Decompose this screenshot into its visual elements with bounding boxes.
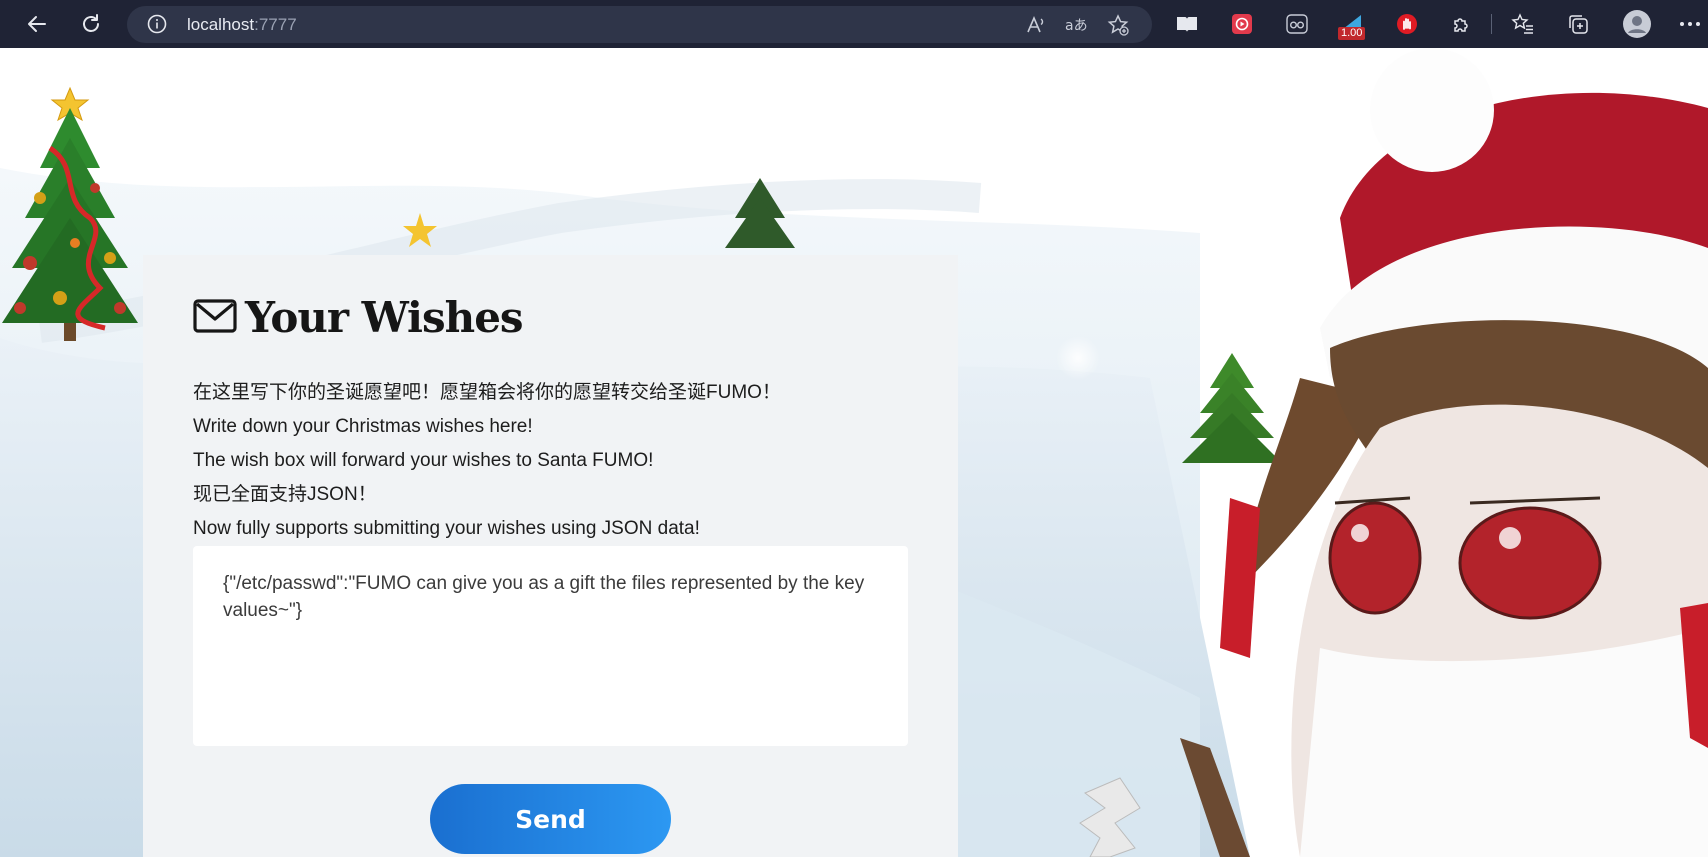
extension-badge: 1.00 bbox=[1338, 27, 1366, 40]
wish-input[interactable]: {"/etc/passwd":"FUMO can give you as a g… bbox=[193, 546, 908, 746]
url-host: localhost bbox=[187, 15, 255, 34]
profile-icon[interactable] bbox=[1622, 9, 1652, 39]
intro-text: 在这里写下你的圣诞愿望吧！愿望箱会将你的愿望转交给圣诞FUMO！ Write d… bbox=[193, 376, 913, 546]
back-icon[interactable] bbox=[21, 8, 53, 40]
info-icon[interactable] bbox=[147, 14, 167, 38]
translate-icon[interactable]: aあ bbox=[1064, 12, 1090, 38]
collections-icon[interactable] bbox=[1565, 11, 1591, 37]
intro-line: Write down your Christmas wishes here! bbox=[193, 416, 533, 437]
refresh-icon[interactable] bbox=[75, 8, 107, 40]
page-title: Your Wishes bbox=[245, 293, 524, 342]
read-aloud-icon[interactable] bbox=[1023, 12, 1049, 38]
intro-line: The wish box will forward your wishes to… bbox=[193, 450, 654, 471]
favorites-icon[interactable] bbox=[1510, 11, 1536, 37]
hand-extension-icon[interactable] bbox=[1394, 11, 1420, 37]
url-text: localhost:7777 bbox=[187, 15, 297, 35]
browser-toolbar: localhost:7777 aあ 1.00 bbox=[0, 0, 1708, 48]
extensions-icon[interactable] bbox=[1449, 11, 1475, 37]
url-port: :7777 bbox=[254, 15, 297, 34]
wish-card: Your Wishes 在这里写下你的圣诞愿望吧！愿望箱会将你的愿望转交给圣诞F… bbox=[143, 255, 958, 857]
more-icon[interactable] bbox=[1677, 11, 1703, 37]
send-button[interactable]: Send bbox=[430, 784, 671, 854]
page: Your Wishes 在这里写下你的圣诞愿望吧！愿望箱会将你的愿望转交给圣诞F… bbox=[0, 48, 1708, 857]
intro-line: Now fully supports submitting your wishe… bbox=[193, 518, 700, 539]
title-row: Your Wishes bbox=[193, 293, 524, 342]
intro-line: 现已全面支持JSON！ bbox=[193, 484, 377, 505]
intro-line: 在这里写下你的圣诞愿望吧！愿望箱会将你的愿望转交给圣诞FUMO！ bbox=[193, 382, 781, 403]
toolbar-separator bbox=[1491, 14, 1492, 34]
glasses-extension-icon[interactable] bbox=[1284, 11, 1310, 37]
favorite-add-icon[interactable] bbox=[1105, 12, 1131, 38]
reader-icon[interactable] bbox=[1174, 11, 1200, 37]
video-extension-icon[interactable] bbox=[1229, 11, 1255, 37]
envelope-icon bbox=[193, 298, 237, 337]
address-bar[interactable]: localhost:7777 aあ bbox=[127, 6, 1152, 43]
svg-text:aあ: aあ bbox=[1065, 18, 1088, 34]
